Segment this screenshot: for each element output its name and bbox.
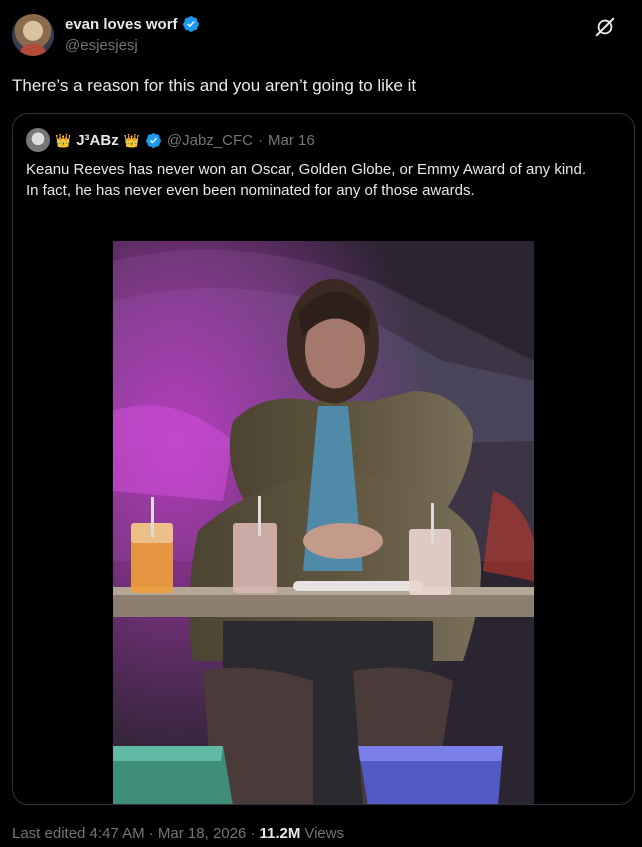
views-count: 11.2M: [259, 825, 301, 842]
crown-emoji-icon: 👑: [55, 132, 72, 148]
tweet-text: There’s a reason for this and you aren’t…: [12, 76, 417, 95]
quoted-author-avatar[interactable]: [26, 128, 50, 152]
author-handle[interactable]: @esjesjesj: [65, 37, 138, 54]
author-name-row[interactable]: evan loves worf: [65, 15, 200, 33]
quoted-tweet[interactable]: 👑 J³ABz 👑 @Jabz_CFC · Mar 16 Keanu Reeve…: [12, 113, 635, 805]
photo-illustration: [113, 241, 534, 804]
quoted-tweet-text: Keanu Reeves has never won an Oscar, Gol…: [26, 159, 616, 201]
quoted-tweet-header: 👑 J³ABz 👑 @Jabz_CFC · Mar 16: [26, 128, 315, 152]
edited-timestamp[interactable]: Last edited 4:47 AM · Mar 18, 2026 ·: [12, 825, 255, 842]
quoted-tweet-date[interactable]: Mar 16: [268, 132, 315, 149]
quoted-author-handle[interactable]: @Jabz_CFC: [167, 132, 253, 149]
crown-emoji-icon: 👑: [123, 132, 140, 148]
quoted-text-line-1: Keanu Reeves has never won an Oscar, Gol…: [26, 161, 587, 178]
separator-dot: ·: [257, 131, 263, 149]
verified-badge-icon: [145, 132, 161, 148]
tweet-footer: Last edited 4:47 AM · Mar 18, 2026 · 11.…: [12, 825, 344, 842]
author-display-name[interactable]: evan loves worf: [65, 16, 178, 33]
quoted-tweet-photo[interactable]: [113, 241, 534, 804]
author-avatar[interactable]: [12, 14, 54, 56]
verified-badge-icon: [182, 16, 199, 32]
quoted-text-line-2: In fact, he has never even been nominate…: [26, 182, 475, 199]
tweet-header: evan loves worf @esjesjesj: [12, 12, 630, 60]
views-label: Views: [304, 825, 345, 842]
quoted-author-name[interactable]: J³ABz: [76, 132, 119, 149]
grok-icon[interactable]: [594, 16, 616, 38]
